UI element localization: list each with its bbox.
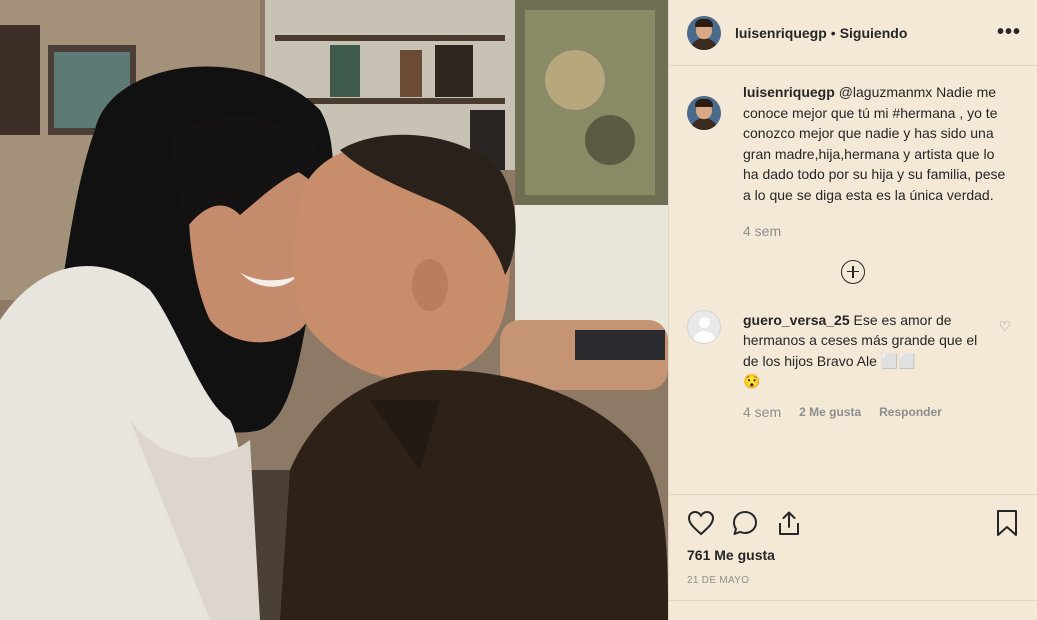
comment-time: 4 sem <box>743 403 782 420</box>
post-photo[interactable] <box>0 0 668 620</box>
reply-button[interactable]: Responder <box>879 402 942 423</box>
comment-emoji: 😯 <box>743 373 761 389</box>
comment: guero_versa_25 Ese es amor de hermanos a… <box>687 309 1019 423</box>
add-comment-divider <box>669 600 1037 601</box>
author-username[interactable]: luisenriquegp <box>735 25 827 41</box>
comment-meta: 4 sem 2 Me gusta Responder <box>743 402 983 423</box>
post-side-panel: luisenriquegp • Siguiendo ••• luisenriqu… <box>668 0 1037 620</box>
comment-likes-link[interactable]: 2 Me gusta <box>799 402 861 423</box>
caption-hashtag[interactable]: #hermana <box>892 105 955 121</box>
load-more-row <box>687 259 1019 284</box>
photo-illustration <box>0 0 668 620</box>
heart-icon[interactable] <box>687 510 715 536</box>
commenter-avatar[interactable] <box>687 309 721 344</box>
caption-body: luisenriquegp @laguzmanmx Nadie me conoc… <box>743 82 1011 242</box>
post-date: 21 DE MAYO <box>687 575 750 586</box>
more-options-icon[interactable]: ••• <box>997 21 1021 44</box>
follow-status-button[interactable]: Siguiendo <box>840 25 908 41</box>
caption-avatar[interactable] <box>687 96 721 130</box>
bookmark-icon[interactable] <box>995 509 1019 537</box>
caption-username[interactable]: luisenriquegp <box>743 84 835 100</box>
caption-mention[interactable]: @laguzmanmx <box>839 84 933 100</box>
post-actions: 761 Me gusta 21 DE MAYO <box>669 494 1037 620</box>
share-icon[interactable] <box>775 509 803 537</box>
caption: luisenriquegp @laguzmanmx Nadie me conoc… <box>687 82 1019 242</box>
comment-like-heart-icon[interactable]: ♡ <box>998 318 1011 335</box>
instagram-post: luisenriquegp • Siguiendo ••• luisenriqu… <box>0 0 1037 620</box>
comments-section: luisenriquegp @laguzmanmx Nadie me conoc… <box>669 66 1037 422</box>
commenter-username[interactable]: guero_versa_25 <box>743 312 850 328</box>
comment-body: guero_versa_25 Ese es amor de hermanos a… <box>743 310 983 423</box>
action-icons <box>687 507 1019 539</box>
post-header: luisenriquegp • Siguiendo ••• <box>669 0 1037 66</box>
likes-count[interactable]: 761 Me gusta <box>687 547 1019 563</box>
add-circle-icon[interactable] <box>841 259 865 284</box>
author-avatar[interactable] <box>687 15 721 50</box>
comment-icon[interactable] <box>731 509 759 537</box>
header-separator: • <box>830 24 836 41</box>
caption-time: 4 sem <box>743 223 782 239</box>
